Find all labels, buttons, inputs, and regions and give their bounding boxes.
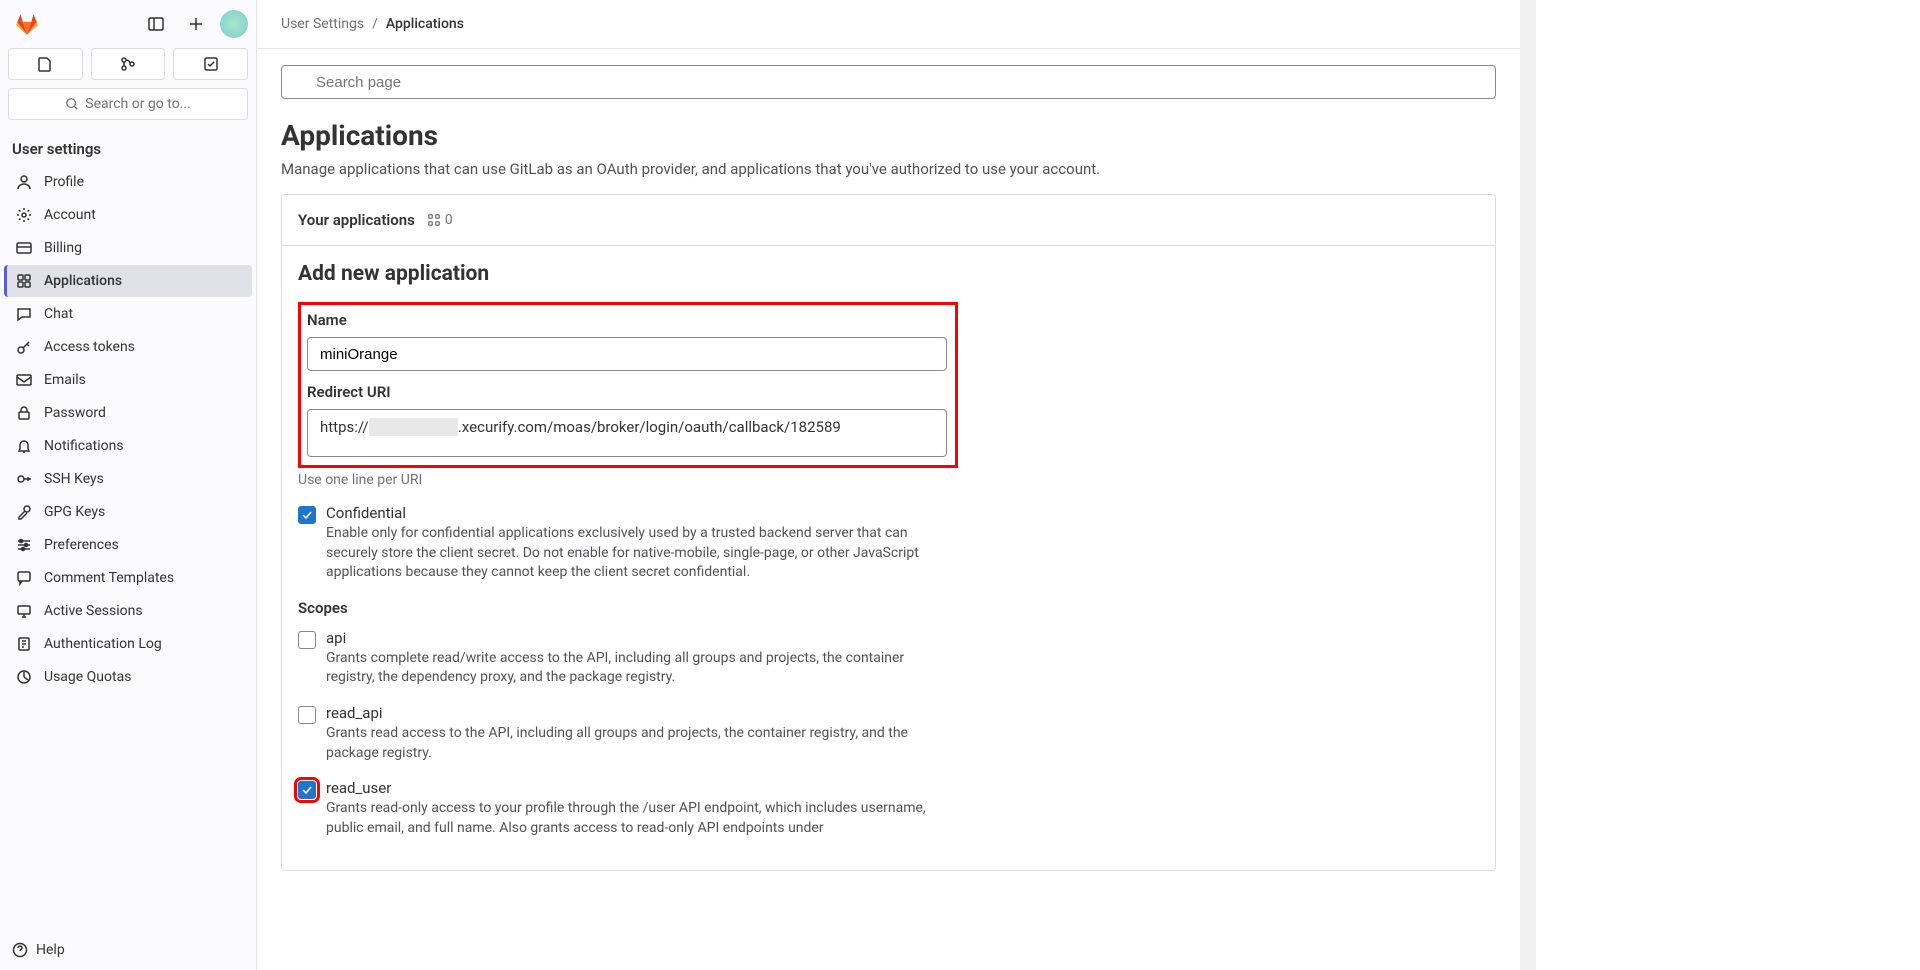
redirect-hint: Use one line per URI xyxy=(298,472,1479,488)
sidebar-item-profile[interactable]: Profile xyxy=(4,166,252,198)
sidebar-item-access-tokens[interactable]: Access tokens xyxy=(4,331,252,363)
lock-icon xyxy=(16,405,32,421)
sidebar-item-label: Usage Quotas xyxy=(44,669,131,685)
add-application-heading: Add new application xyxy=(298,262,1479,286)
redirect-uri-label: Redirect URI xyxy=(307,383,949,401)
log-icon xyxy=(16,636,32,652)
sidebar-item-usage-quotas[interactable]: Usage Quotas xyxy=(4,661,252,693)
quota-icon xyxy=(16,669,32,685)
key-icon xyxy=(16,339,32,355)
gitlab-logo[interactable] xyxy=(12,9,42,39)
help-icon xyxy=(12,942,28,958)
page-description: Manage applications that can use GitLab … xyxy=(281,160,1496,178)
scope-read-user-label: read_user xyxy=(326,779,946,797)
breadcrumb-parent[interactable]: User Settings xyxy=(281,16,364,32)
sidebar-item-label: Preferences xyxy=(44,537,119,553)
scopes-label: Scopes xyxy=(298,599,1479,617)
sidebar-item-label: Comment Templates xyxy=(44,570,174,586)
sidebar-item-auth-log[interactable]: Authentication Log xyxy=(4,628,252,660)
plus-icon[interactable] xyxy=(180,8,212,40)
sidebar-item-label: Notifications xyxy=(44,438,124,454)
apps-small-icon xyxy=(427,213,441,227)
sidebar-item-ssh-keys[interactable]: SSH Keys xyxy=(4,463,252,495)
sidebar-item-billing[interactable]: Billing xyxy=(4,232,252,264)
sidebar-item-chat[interactable]: Chat xyxy=(4,298,252,330)
sidebar-item-active-sessions[interactable]: Active Sessions xyxy=(4,595,252,627)
sidebar-item-gpg-keys[interactable]: GPG Keys xyxy=(4,496,252,528)
app-count: 0 xyxy=(445,212,453,228)
app-count-badge: 0 xyxy=(427,212,453,228)
help-label: Help xyxy=(36,942,65,958)
search-button-label: Search or go to... xyxy=(85,96,191,112)
sidebar-item-label: Account xyxy=(44,207,96,223)
session-icon xyxy=(16,603,32,619)
page-title: Applications xyxy=(281,119,1496,152)
sidebar-item-comment-templates[interactable]: Comment Templates xyxy=(4,562,252,594)
highlighted-form-fields: Name Redirect URI https://xxxxxxxxxxxx.x… xyxy=(298,302,958,468)
sidebar-toggle-icon[interactable] xyxy=(140,8,172,40)
sidebar-item-preferences[interactable]: Preferences xyxy=(4,529,252,561)
scope-api-checkbox[interactable] xyxy=(298,631,316,649)
confidential-desc: Enable only for confidential application… xyxy=(326,524,946,583)
comment-icon xyxy=(16,570,32,586)
gear-icon xyxy=(16,207,32,223)
confidential-checkbox[interactable] xyxy=(298,506,316,524)
search-icon xyxy=(65,97,79,111)
scope-api-desc: Grants complete read/write access to the… xyxy=(326,649,946,688)
key2-icon xyxy=(16,471,32,487)
sidebar-item-label: Profile xyxy=(44,174,84,190)
apps-icon xyxy=(16,273,32,289)
breadcrumb-current: Applications xyxy=(386,16,464,32)
sidebar-item-label: Chat xyxy=(44,306,73,322)
key3-icon xyxy=(16,504,32,520)
search-button[interactable]: Search or go to... xyxy=(8,88,248,120)
confidential-label: Confidential xyxy=(326,504,946,522)
bell-icon xyxy=(16,438,32,454)
breadcrumb: User Settings / Applications xyxy=(257,0,1520,49)
scrollbar[interactable] xyxy=(1520,0,1536,970)
sidebar-nav: Profile Account Billing Applications Cha… xyxy=(0,166,256,694)
name-label: Name xyxy=(307,311,949,329)
help-button[interactable]: Help xyxy=(0,930,256,970)
name-input[interactable] xyxy=(307,337,947,371)
redirect-uri-input[interactable]: https://xxxxxxxxxxxx.xecurify.com/moas/b… xyxy=(307,409,947,457)
sidebar-item-label: Emails xyxy=(44,372,86,388)
sidebar-item-account[interactable]: Account xyxy=(4,199,252,231)
scope-read-api-label: read_api xyxy=(326,704,946,722)
sidebar-section-title: User settings xyxy=(0,132,256,166)
sidebar-item-label: Authentication Log xyxy=(44,636,162,652)
breadcrumb-sep: / xyxy=(372,16,378,32)
sidebar-item-label: Active Sessions xyxy=(44,603,143,619)
your-applications-label: Your applications xyxy=(298,211,415,229)
sidebar-item-emails[interactable]: Emails xyxy=(4,364,252,396)
sidebar-item-label: GPG Keys xyxy=(44,504,105,520)
sidebar-item-label: Billing xyxy=(44,240,82,256)
sidebar-item-password[interactable]: Password xyxy=(4,397,252,429)
scope-read-user-desc: Grants read-only access to your profile … xyxy=(326,799,946,838)
scope-read-api-desc: Grants read access to the API, including… xyxy=(326,724,946,763)
sidebar-item-applications[interactable]: Applications xyxy=(4,265,252,297)
mail-icon xyxy=(16,372,32,388)
tab-file-icon[interactable] xyxy=(8,48,83,80)
chat-icon xyxy=(16,306,32,322)
sidebar-item-label: Password xyxy=(44,405,106,421)
sidebar-item-label: Access tokens xyxy=(44,339,135,355)
search-page-input[interactable] xyxy=(281,65,1496,99)
scope-read-user-checkbox[interactable] xyxy=(298,781,316,799)
avatar[interactable] xyxy=(220,10,248,38)
sidebar-item-label: SSH Keys xyxy=(44,471,104,487)
tab-todo-icon[interactable] xyxy=(173,48,248,80)
scope-api-label: api xyxy=(326,629,946,647)
scope-read-api-checkbox[interactable] xyxy=(298,706,316,724)
sidebar-item-notifications[interactable]: Notifications xyxy=(4,430,252,462)
sidebar-item-label: Applications xyxy=(44,273,122,289)
profile-icon xyxy=(16,174,32,190)
tab-merge-icon[interactable] xyxy=(91,48,166,80)
sliders-icon xyxy=(16,537,32,553)
card-icon xyxy=(16,240,32,256)
